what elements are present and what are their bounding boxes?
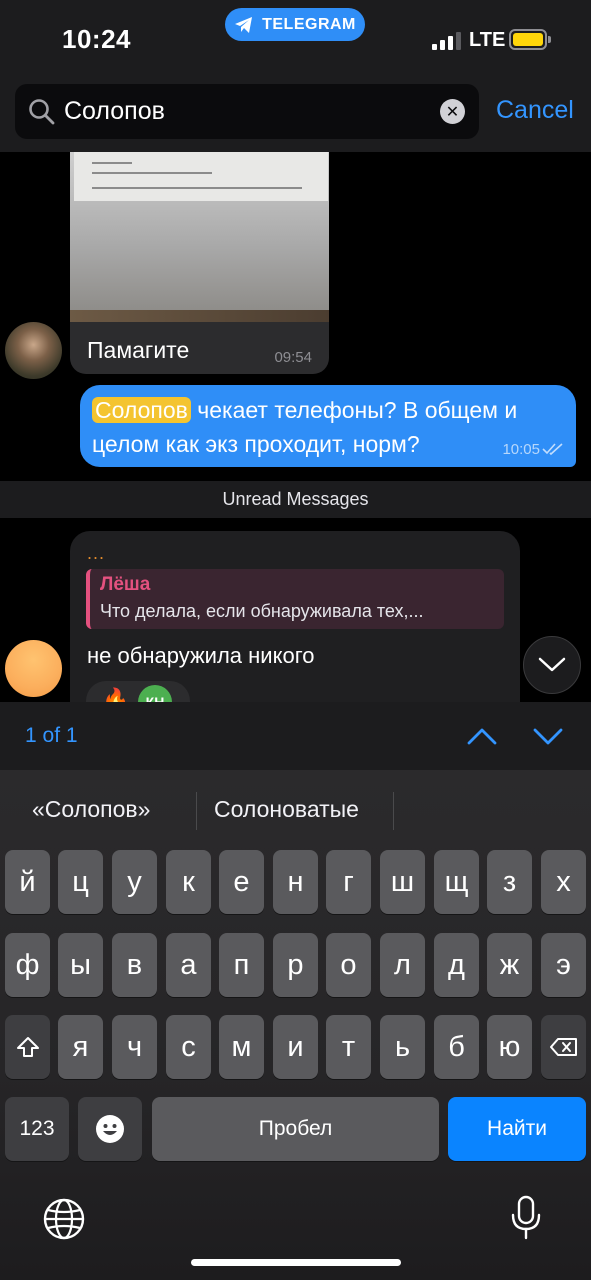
avatar[interactable] [5,322,62,379]
paper-image [74,152,328,202]
reply-author: Лёша [100,574,151,595]
key[interactable]: щ [434,850,479,914]
key[interactable]: м [219,1015,264,1079]
key[interactable]: ш [380,850,425,914]
key[interactable]: ю [487,1015,532,1079]
photo-message[interactable]: Памагите 09:54 [70,152,329,374]
chat-area[interactable]: Памагите 09:54 Солопов чекает телефоны? … [0,152,591,702]
fire-reaction-icon[interactable]: 🔥 [102,687,129,702]
avatar[interactable] [5,640,62,697]
suggestion-2[interactable]: Солоноватые [214,796,359,823]
key[interactable]: з [487,850,532,914]
key[interactable]: н [273,850,318,914]
network-label: LTE [469,29,506,51]
scroll-down-button[interactable] [523,636,581,694]
search-field[interactable]: ✕ [15,84,479,139]
key[interactable]: ч [112,1015,157,1079]
unread-divider: Unread Messages [0,481,591,518]
key[interactable]: у [112,850,157,914]
telegram-icon [235,16,253,33]
shift-icon [16,1037,39,1057]
key[interactable]: ы [58,933,103,997]
previous-result-button[interactable] [466,722,498,750]
key[interactable]: в [112,933,157,997]
key[interactable]: ь [380,1015,425,1079]
search-icon [29,98,55,124]
reply-quote[interactable]: Лёша Что делала, если обнаруживала тех,.… [86,569,504,629]
key[interactable]: р [273,933,318,997]
key[interactable]: э [541,933,586,997]
key[interactable]: ц [58,850,103,914]
cancel-button[interactable]: Cancel [496,96,574,125]
numbers-key[interactable]: 123 [5,1097,69,1161]
search-key[interactable]: Найти [448,1097,586,1161]
photo-attachment[interactable] [70,152,329,322]
key[interactable]: п [219,933,264,997]
key[interactable]: б [434,1015,479,1079]
search-highlight: Солопов [92,397,191,423]
result-counter: 1 of 1 [25,724,78,747]
telegram-label: TELEGRAM [262,15,356,33]
globe-icon[interactable] [43,1198,85,1240]
reply-text: Что делала, если обнаруживала тех,... [100,601,424,621]
sender-name: ... [87,543,106,563]
message-time: 10:05 [502,441,540,458]
reactions[interactable]: 🔥 КН [86,681,190,702]
space-key[interactable]: Пробел [152,1097,439,1161]
key[interactable]: е [219,850,264,914]
key[interactable]: г [326,850,371,914]
outgoing-message[interactable]: Солопов чекает телефоны? В общем и целом… [80,385,576,467]
chevron-down-icon [538,657,566,672]
key[interactable]: и [273,1015,318,1079]
keyboard: «Солопов» Солоноватые й ц у к е н г ш щ … [0,770,591,1280]
battery-icon [509,29,551,50]
double-check-icon [542,443,563,456]
key[interactable]: ф [5,933,50,997]
shift-key[interactable] [5,1015,50,1079]
key[interactable]: а [166,933,211,997]
incoming-message[interactable]: ... Лёша Что делала, если обнаруживала т… [70,531,520,702]
search-header: ✕ Cancel [0,80,591,152]
suggestion-1[interactable]: «Солопов» [32,796,150,823]
reaction-avatar: КН [138,685,172,702]
signal-icon [432,32,461,50]
clear-search-icon[interactable]: ✕ [440,99,465,124]
backspace-key[interactable] [541,1015,586,1079]
key[interactable]: л [380,933,425,997]
microphone-icon[interactable] [510,1195,542,1241]
emoji-icon [96,1115,124,1143]
suggestion-bar: «Солопов» Солоноватые [0,770,591,850]
key[interactable]: к [166,850,211,914]
key[interactable]: о [326,933,371,997]
clock: 10:24 [62,24,131,54]
key[interactable]: я [58,1015,103,1079]
key[interactable]: ж [487,933,532,997]
message-time: 09:54 [274,349,312,366]
key[interactable]: т [326,1015,371,1079]
key[interactable]: с [166,1015,211,1079]
home-indicator[interactable] [191,1259,401,1266]
status-bar: 10:24 TELEGRAM LTE [0,0,591,80]
search-results-bar: 1 of 1 [0,702,591,770]
search-input[interactable] [64,97,424,126]
message-text: Памагите [87,337,190,363]
message-text: Солопов чекает телефоны? В общем и целом… [92,393,567,461]
emoji-key[interactable] [78,1097,142,1161]
telegram-pill[interactable]: TELEGRAM [225,8,365,41]
key[interactable]: д [434,933,479,997]
next-result-button[interactable] [532,722,564,750]
message-text: не обнаружила никого [87,643,315,668]
key[interactable]: й [5,850,50,914]
key[interactable]: х [541,850,586,914]
backspace-icon [549,1038,577,1056]
